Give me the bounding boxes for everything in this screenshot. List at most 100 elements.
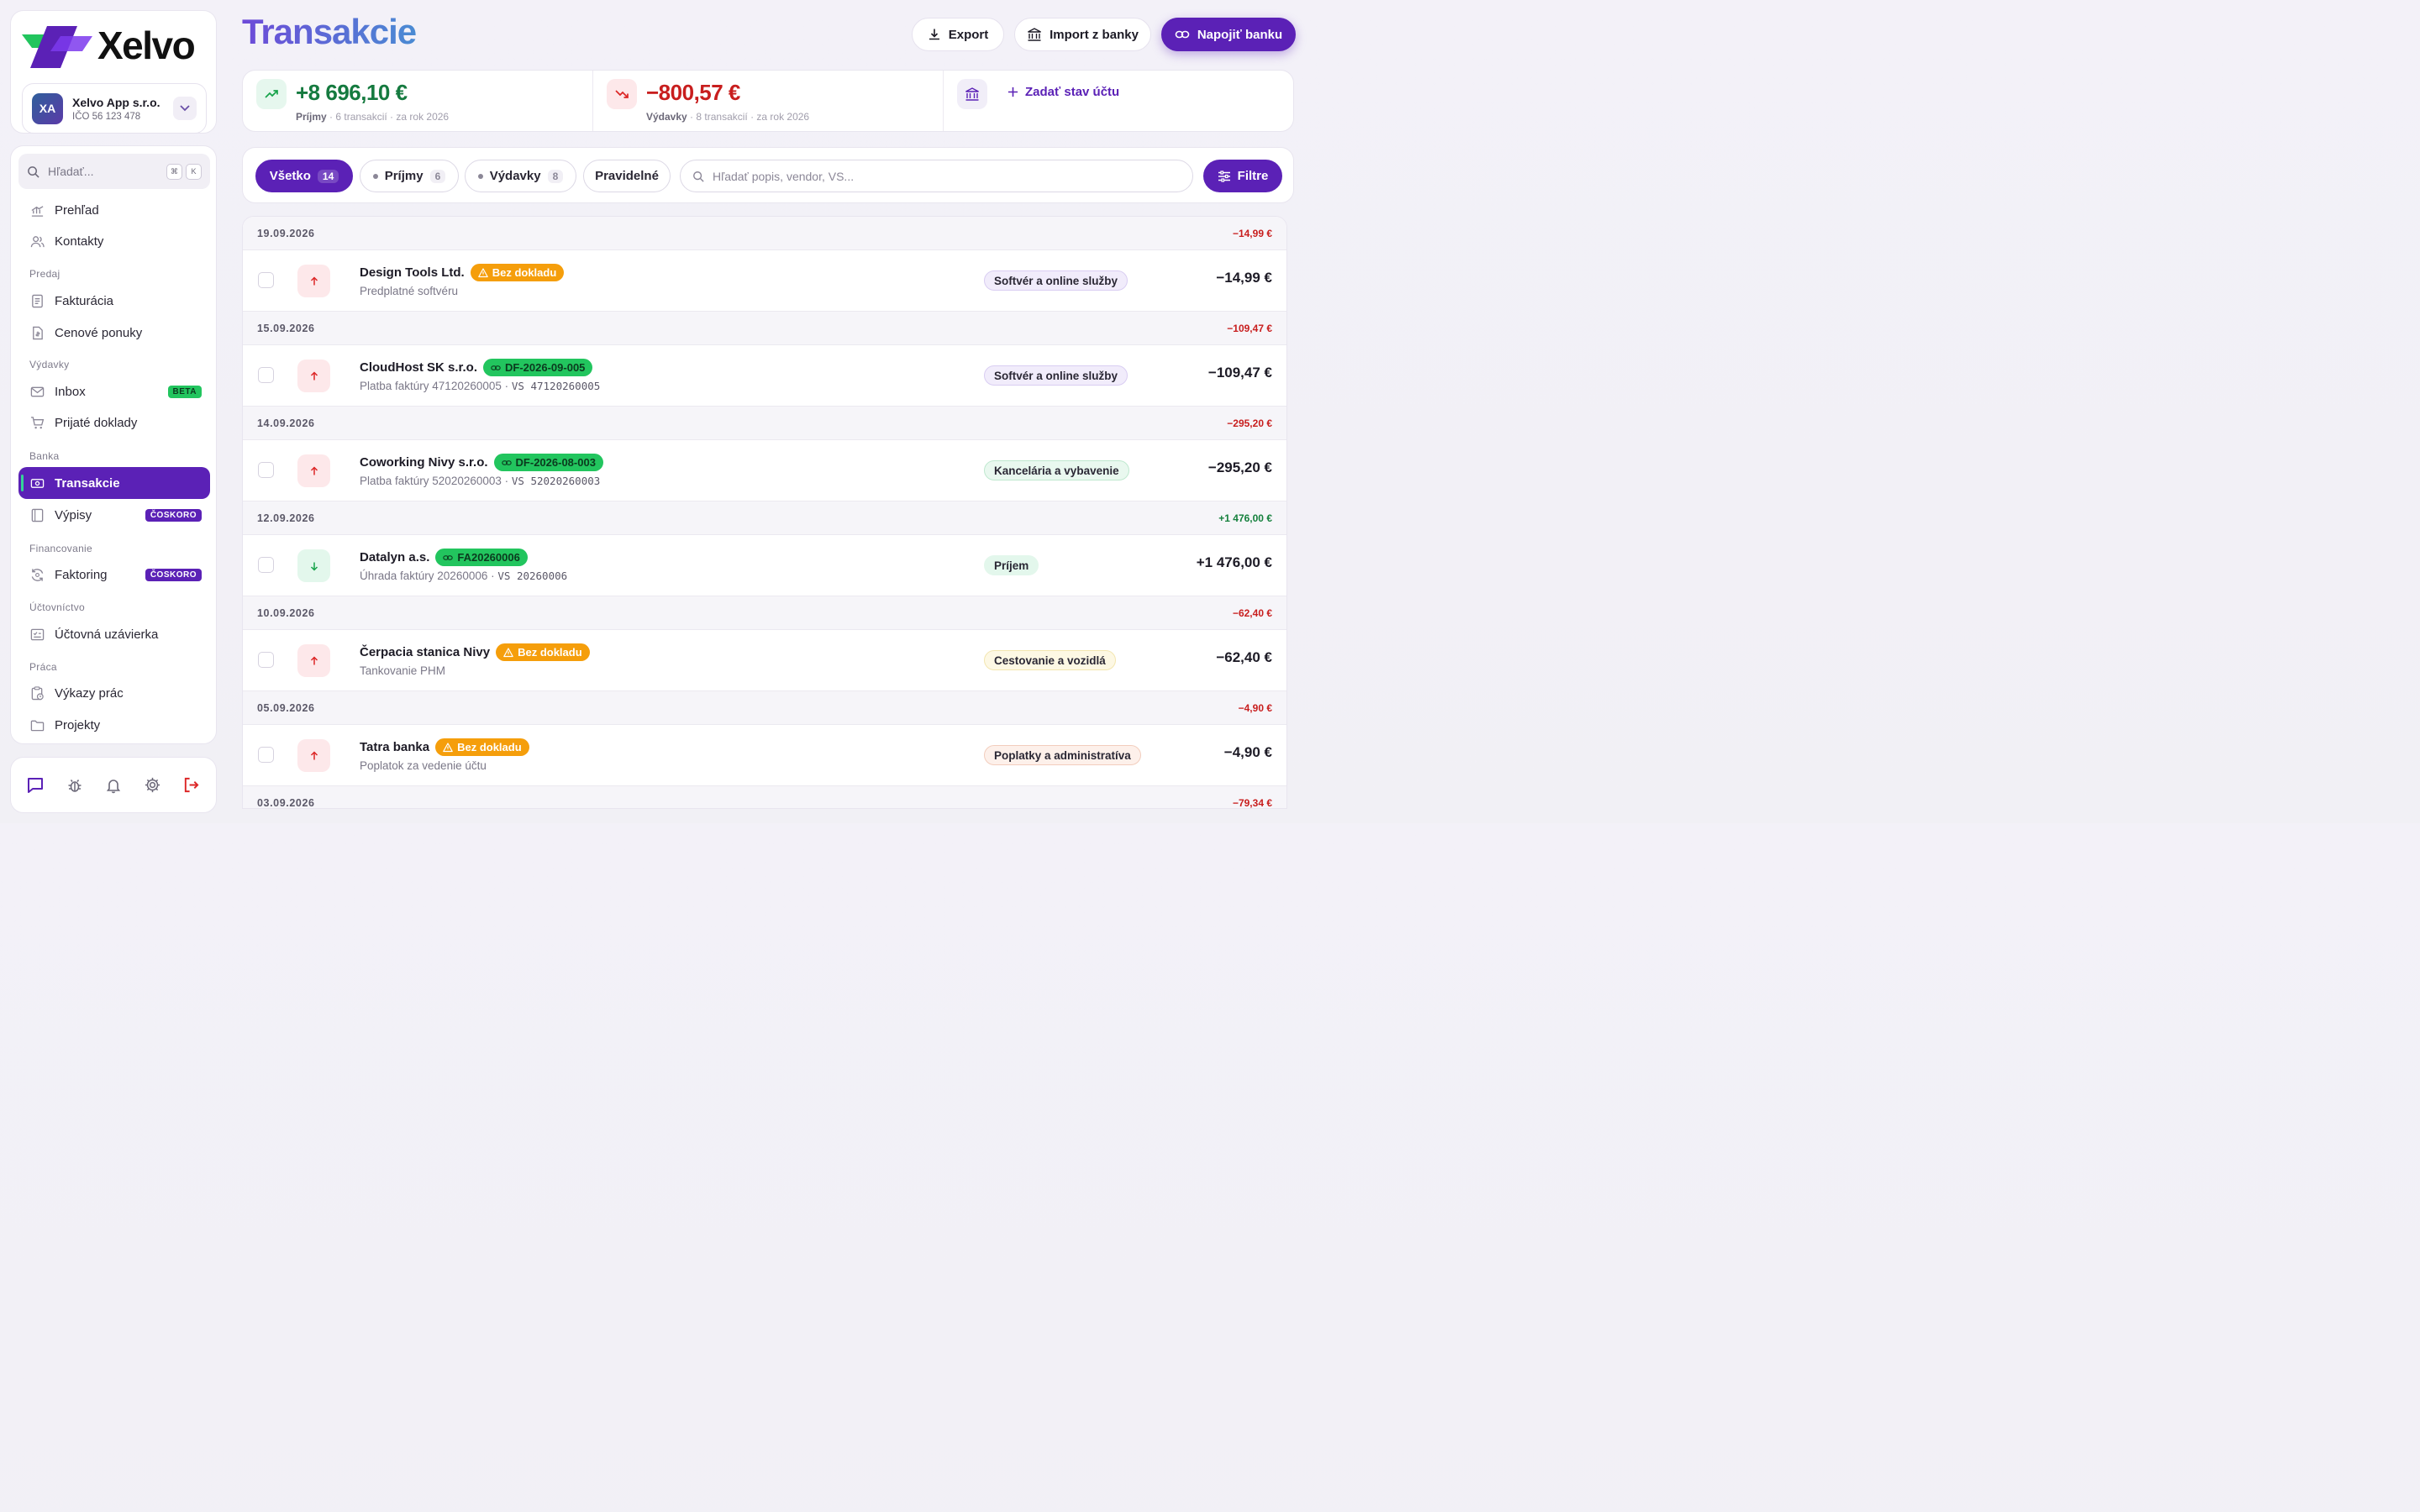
date-group-header: 14.09.2026 −295,20 € xyxy=(243,407,1286,440)
arrow-up-icon xyxy=(297,360,330,392)
tag-label: DF-2026-09-005 xyxy=(505,361,586,374)
filters-button[interactable]: Filtre xyxy=(1203,160,1282,192)
vendor-name: Design Tools Ltd. xyxy=(360,265,465,280)
table-row[interactable]: Design Tools Ltd. Bez dokladu Predplatné s… xyxy=(243,250,1286,312)
row-checkbox[interactable] xyxy=(258,557,274,573)
sidebar-search[interactable]: Hľadať... ⌘ K xyxy=(18,154,210,189)
group-date: 05.09.2026 xyxy=(257,701,315,714)
date-group-header: 05.09.2026 −4,90 € xyxy=(243,691,1286,725)
nav-section-accounting: Účtovníctvo xyxy=(29,601,85,613)
missing-document-tag[interactable]: Bez dokladu xyxy=(496,643,590,661)
sidebar-item-label: Inbox xyxy=(55,384,86,399)
logout-icon[interactable] xyxy=(180,774,203,797)
description-text: Tankovanie PHM xyxy=(360,664,446,677)
chevron-down-icon[interactable] xyxy=(173,97,197,120)
row-checkbox[interactable] xyxy=(258,272,274,288)
xelvo-logo[interactable]: Xelvo xyxy=(22,21,208,73)
missing-document-tag[interactable]: Bez dokladu xyxy=(470,264,565,281)
balance-summary: Zadať stav účtu xyxy=(944,71,1293,131)
category-badge[interactable]: Cestovanie a vozidlá xyxy=(984,650,1116,670)
import-label: Import z banky xyxy=(1050,27,1139,42)
sidebar-item-label: Faktoring xyxy=(55,567,108,582)
category-badge[interactable]: Softvér a online služby xyxy=(984,270,1128,291)
sidebar-item-overview[interactable]: Prehľad xyxy=(18,194,210,226)
category-badge[interactable]: Kancelária a vybavenie xyxy=(984,460,1129,480)
bell-icon[interactable] xyxy=(102,774,125,797)
chat-icon[interactable] xyxy=(24,774,47,797)
export-button[interactable]: Export xyxy=(912,18,1004,51)
group-date: 14.09.2026 xyxy=(257,417,315,429)
filter-recurring[interactable]: Pravidelné xyxy=(583,160,671,192)
enter-balance-button[interactable]: Zadať stav účtu xyxy=(1007,85,1119,99)
date-group-header: 15.09.2026 −109,47 € xyxy=(243,312,1286,345)
linked-document-tag[interactable]: DF-2026-08-003 xyxy=(493,454,603,471)
sidebar-item-timesheets[interactable]: Výkazy prác xyxy=(18,677,210,709)
sidebar-item-contacts[interactable]: Kontakty xyxy=(18,225,210,257)
category-badge[interactable]: Príjem xyxy=(984,555,1039,575)
table-row[interactable]: Čerpacia stanica Nivy Bez dokladu Tankovan… xyxy=(243,630,1286,691)
income-meta-line: Príjmy · 6 transakcií · za rok 2026 xyxy=(296,111,449,123)
sidebar-item-label: Transakcie xyxy=(55,475,120,491)
search-icon xyxy=(28,165,39,178)
sidebar-item-received-docs[interactable]: Prijaté doklady xyxy=(18,407,210,438)
clipboard-clock-icon xyxy=(29,685,45,701)
table-row[interactable]: CloudHost SK s.r.o. DF-2026-09-005 Platba … xyxy=(243,345,1286,407)
company-switcher[interactable]: XA Xelvo App s.r.o. IČO 56 123 478 xyxy=(22,83,207,134)
tag-label: FA20260006 xyxy=(457,551,520,564)
filter-bar: Všetko 14 Príjmy 6 Výdavky 8 Pravidelné … xyxy=(242,147,1294,203)
sidebar-item-label: Prijaté doklady xyxy=(55,415,138,430)
arrow-up-icon xyxy=(297,454,330,487)
bug-icon[interactable] xyxy=(63,774,87,797)
sidebar-item-invoicing[interactable]: Fakturácia xyxy=(18,285,210,317)
filter-recurring-label: Pravidelné xyxy=(595,169,659,183)
row-checkbox[interactable] xyxy=(258,462,274,478)
row-checkbox[interactable] xyxy=(258,367,274,383)
sidebar-item-projects[interactable]: Projekty xyxy=(18,709,210,741)
transaction-search-input[interactable]: Hľadať popis, vendor, VS... xyxy=(680,160,1193,192)
sidebar-item-closing[interactable]: Účtovná uzávierka xyxy=(18,618,210,650)
transaction-description: Úhrada faktúry 20260006 · VS 20260006 xyxy=(360,570,567,582)
brand-card: Xelvo XA Xelvo App s.r.o. IČO 56 123 478 xyxy=(10,10,217,134)
missing-document-tag[interactable]: Bez dokladu xyxy=(435,738,529,756)
sidebar-item-factoring[interactable]: Faktoring ČOSKORO xyxy=(18,559,210,591)
transaction-description: Platba faktúry 52020260003 · VS 52020260… xyxy=(360,475,600,487)
filter-expenses[interactable]: Výdavky 8 xyxy=(465,160,576,192)
variable-symbol: VS 47120260005 xyxy=(511,380,601,392)
filter-all[interactable]: Všetko 14 xyxy=(255,160,353,192)
sidebar-item-statements[interactable]: Výpisy ČOSKORO xyxy=(18,499,210,531)
table-row[interactable]: Coworking Nivy s.r.o. DF-2026-08-003 Platb… xyxy=(243,440,1286,501)
statement-icon xyxy=(29,507,45,522)
connect-label: Napojiť banku xyxy=(1197,27,1283,42)
group-total: +1 476,00 € xyxy=(1218,512,1272,524)
logo-mark-icon xyxy=(22,26,92,68)
category-badge[interactable]: Poplatky a administratíva xyxy=(984,745,1141,765)
table-row[interactable]: Datalyn a.s. FA20260006 Úhrada faktúry 202… xyxy=(243,535,1286,596)
sidebar-item-inbox[interactable]: Inbox BETA xyxy=(18,375,210,407)
description-text: Platba faktúry 52020260003 · xyxy=(360,475,509,487)
group-total: −14,99 € xyxy=(1232,227,1272,239)
expense-total: −800,57 € xyxy=(646,80,740,105)
linked-document-tag[interactable]: DF-2026-09-005 xyxy=(483,359,593,376)
row-checkbox[interactable] xyxy=(258,747,274,763)
import-bank-button[interactable]: Import z banky xyxy=(1014,18,1151,51)
filter-income[interactable]: Príjmy 6 xyxy=(360,160,459,192)
gear-icon[interactable] xyxy=(140,774,164,797)
coming-soon-badge: ČOSKORO xyxy=(145,508,202,522)
group-total: −62,40 € xyxy=(1232,606,1272,619)
vendor-name: Čerpacia stanica Nivy xyxy=(360,645,491,659)
transaction-amount: −62,40 € xyxy=(1216,649,1272,665)
category-badge[interactable]: Softvér a online služby xyxy=(984,365,1128,386)
transaction-amount: −14,99 € xyxy=(1216,270,1272,286)
sidebar-item-quotes[interactable]: Cenové ponuky xyxy=(18,317,210,349)
sidebar-item-transactions[interactable]: Transakcie xyxy=(18,467,210,499)
table-row[interactable]: Tatra banka Bez dokladu Poplatok za vedeni… xyxy=(243,725,1286,786)
row-checkbox[interactable] xyxy=(258,652,274,668)
linked-document-tag[interactable]: FA20260006 xyxy=(435,549,528,566)
dot-icon xyxy=(372,173,378,179)
sidebar-search-placeholder: Hľadať... xyxy=(48,165,94,178)
group-date: 10.09.2026 xyxy=(257,606,315,619)
filter-income-label: Príjmy xyxy=(384,169,424,183)
connect-bank-button[interactable]: Napojiť banku xyxy=(1161,18,1296,51)
expense-summary: −800,57 € Výdavky · 8 transakcií · za ro… xyxy=(593,71,944,131)
filters-label: Filtre xyxy=(1237,169,1269,183)
